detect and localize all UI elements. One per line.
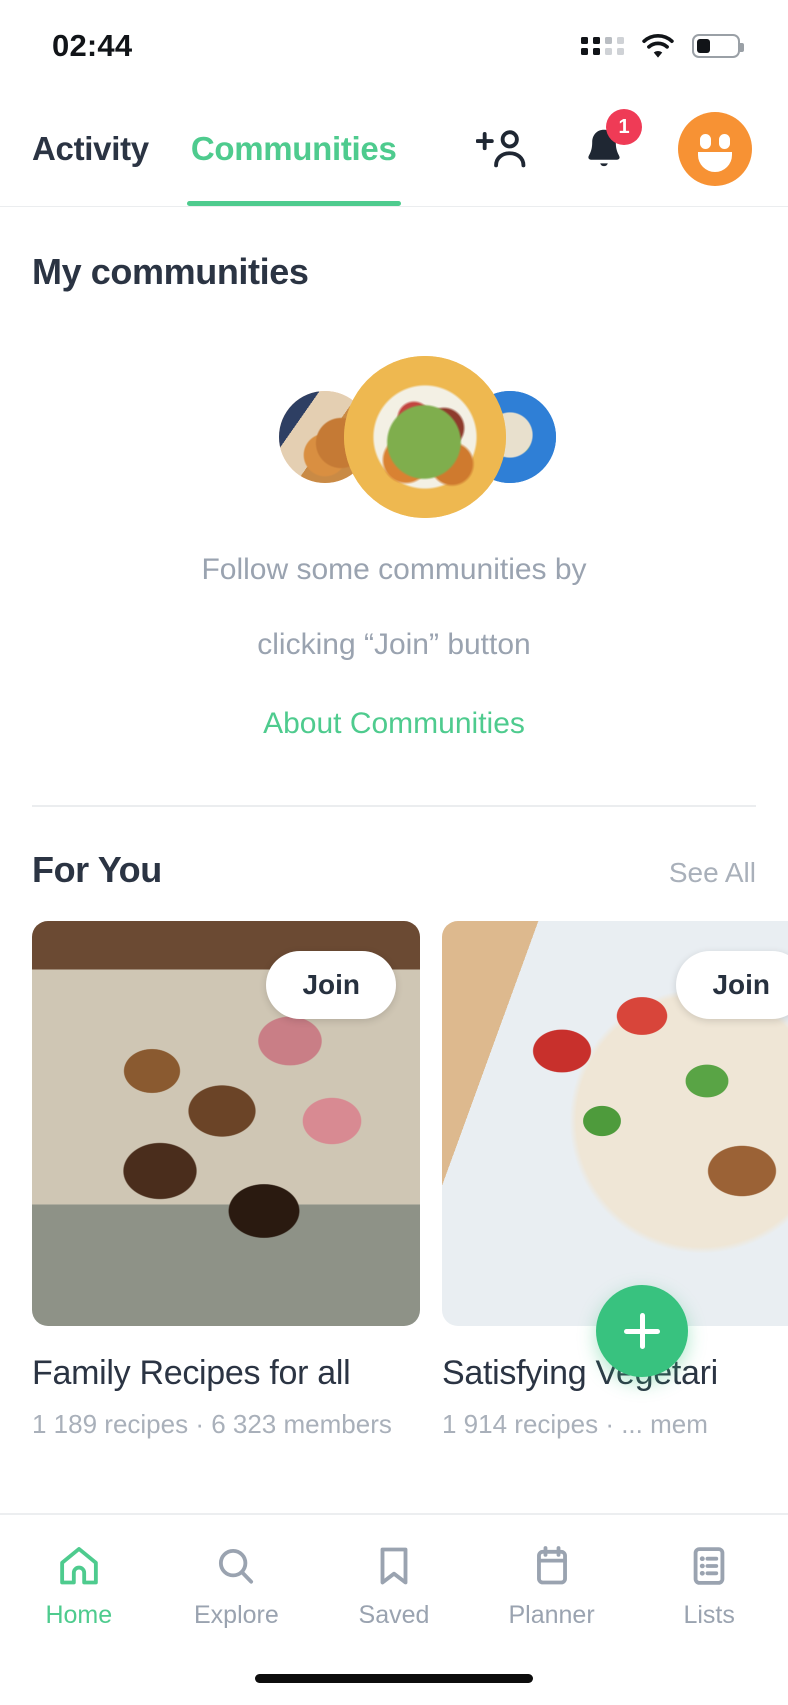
status-time: 02:44 xyxy=(52,28,133,63)
join-button[interactable]: Join xyxy=(676,951,788,1019)
add-person-icon[interactable] xyxy=(476,125,530,173)
card-meta: 1 189 recipes · 6 323 members xyxy=(32,1409,392,1439)
for-you-header: For You See All xyxy=(32,849,756,891)
card-title: Family Recipes for all xyxy=(32,1354,351,1392)
join-button[interactable]: Join xyxy=(266,951,396,1019)
lamb-chops-photo[interactable]: Join xyxy=(32,921,420,1326)
bookmark-icon xyxy=(371,1543,417,1589)
home-icon xyxy=(56,1543,102,1589)
nav-label-saved: Saved xyxy=(358,1601,430,1629)
list-icon xyxy=(686,1543,732,1589)
about-communities-link[interactable]: About Communities xyxy=(32,707,756,741)
notification-badge: 1 xyxy=(606,109,642,145)
my-communities-section: My communities Follow some communities b… xyxy=(0,207,788,807)
my-communities-title: My communities xyxy=(32,251,309,292)
food-photo-center-icon xyxy=(344,356,506,518)
for-you-title: For You xyxy=(32,849,162,890)
nav-label-home: Home xyxy=(45,1601,113,1629)
empty-state-line-2: clicking “Join” button xyxy=(257,628,531,661)
empty-state-illustration xyxy=(32,351,756,521)
nav-item-planner[interactable]: Planner xyxy=(473,1543,631,1630)
search-icon xyxy=(213,1543,259,1589)
empty-state-line-1: Follow some communities by xyxy=(201,553,587,586)
nav-label-explore: Explore xyxy=(194,1601,279,1629)
battery-icon xyxy=(692,34,744,58)
vegetarian-salad-photo[interactable]: Join xyxy=(442,921,788,1326)
home-indicator[interactable] xyxy=(255,1674,533,1683)
card-meta: 1 914 recipes · ... mem xyxy=(442,1409,708,1439)
tab-activity[interactable]: Activity xyxy=(32,92,149,206)
signal-dots-icon xyxy=(581,37,624,55)
nav-item-lists[interactable]: Lists xyxy=(630,1543,788,1630)
nav-item-explore[interactable]: Explore xyxy=(158,1543,316,1630)
tab-communities[interactable]: Communities xyxy=(186,92,401,206)
calendar-icon xyxy=(529,1543,575,1589)
status-icons xyxy=(581,33,744,59)
create-recipe-button[interactable] xyxy=(596,1285,688,1377)
top-tab-bar: Activity Communities 1 xyxy=(0,92,788,207)
wifi-icon xyxy=(641,33,675,59)
status-bar: 02:44 xyxy=(0,0,788,92)
avatar[interactable] xyxy=(678,112,752,186)
nav-label-lists: Lists xyxy=(683,1601,735,1629)
nav-label-planner: Planner xyxy=(508,1601,595,1629)
community-card[interactable]: Join Family Recipes for all 1 189 recipe… xyxy=(32,921,420,1440)
nav-item-home[interactable]: Home xyxy=(0,1543,158,1630)
top-bar-actions: 1 xyxy=(476,109,752,186)
nav-item-saved[interactable]: Saved xyxy=(315,1543,473,1630)
notifications-bell-icon[interactable]: 1 xyxy=(582,109,642,173)
see-all-link[interactable]: See All xyxy=(669,857,756,889)
bottom-navigation-bar: Home Explore Saved Planner Lists xyxy=(0,1513,788,1705)
